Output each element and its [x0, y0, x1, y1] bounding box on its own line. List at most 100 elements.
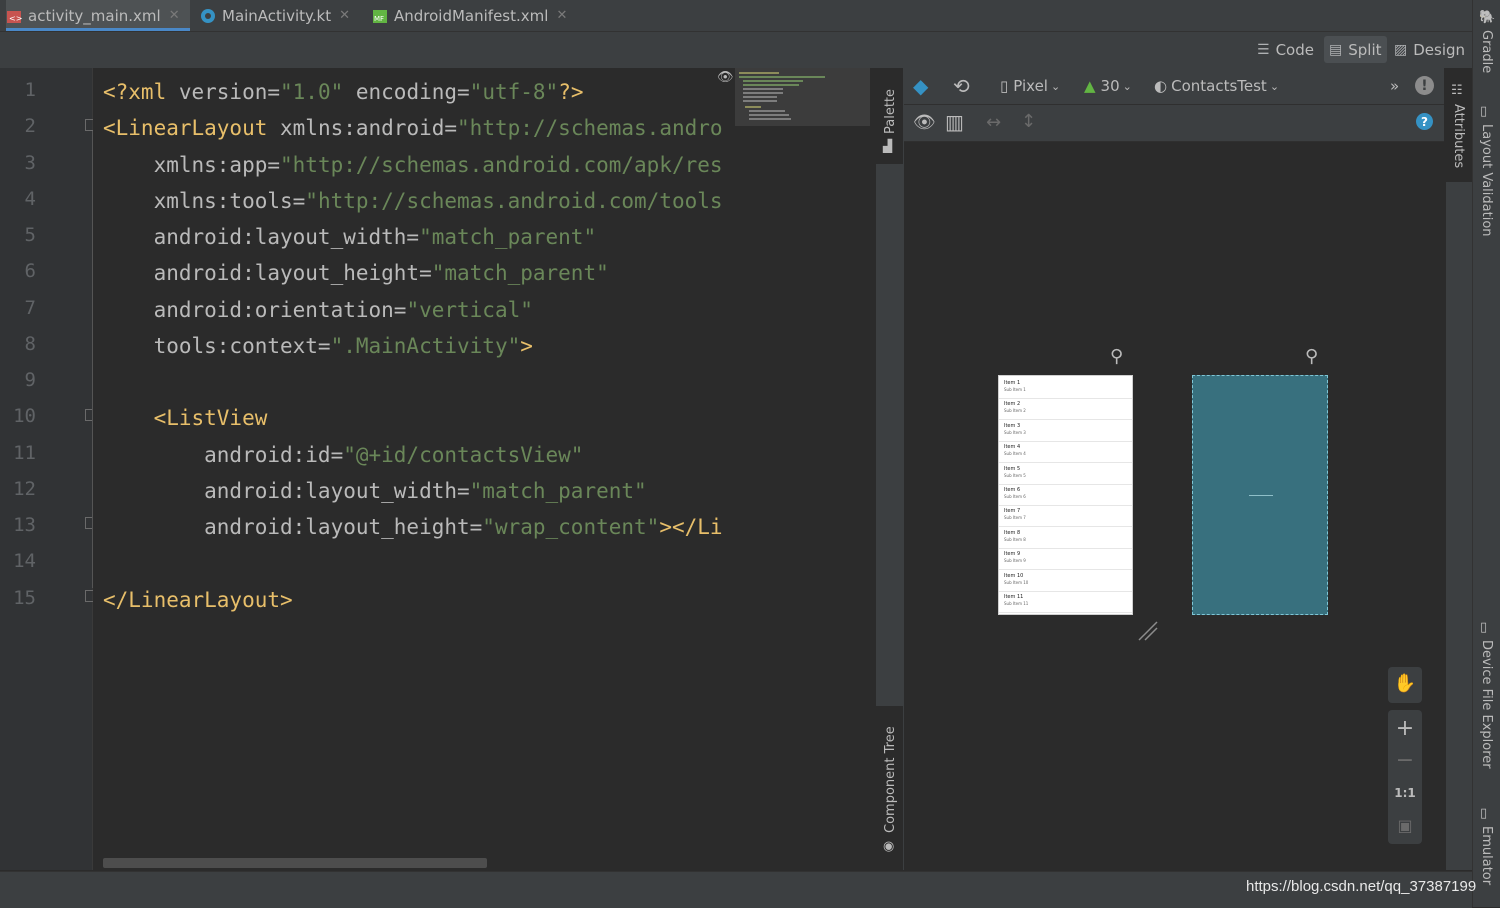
close-icon[interactable]: ✕ — [556, 8, 567, 23]
zoom-to-fit-icon[interactable]: ▣ — [1388, 816, 1422, 835]
minimap-line — [749, 110, 785, 112]
api-level-selector[interactable]: ▲ 30 ⌄ — [1084, 77, 1132, 95]
list-item: Item 6 Sub Item 6 — [999, 484, 1132, 506]
split-view-icon: ▤ — [1329, 41, 1343, 58]
theme-icon: ◐ — [1154, 77, 1168, 95]
code-token: "1.0" — [280, 80, 344, 104]
line-number: 15 — [13, 587, 36, 609]
code-line: android:orientation="vertical" — [103, 298, 533, 322]
zoom-out-button[interactable]: − — [1388, 748, 1422, 773]
list-item-subtitle: Sub Item 8 — [1004, 536, 1026, 542]
design-mode-label: Design — [1413, 40, 1466, 59]
component-tree-icon: ◉ — [883, 839, 895, 854]
code-token: android:layout_width= — [103, 479, 470, 503]
preview-eye-icon[interactable]: 👁 — [717, 70, 734, 85]
close-icon[interactable]: ✕ — [339, 8, 350, 23]
code-token: "wrap_content" — [482, 515, 660, 539]
pin-icon[interactable]: ⚲ — [1305, 346, 1318, 367]
layout-guides-icon[interactable]: ▥ — [945, 110, 964, 134]
layers-icon[interactable]: ◆ — [913, 74, 928, 98]
help-icon[interactable]: ? — [1416, 113, 1433, 130]
zoom-in-button[interactable]: + — [1388, 716, 1422, 741]
resize-handle-icon[interactable] — [1137, 620, 1159, 642]
device-selector[interactable]: ▯ Pixel ⌄ — [1000, 77, 1060, 95]
tab-activity-main-xml[interactable]: <> activity_main.xml ✕ — [6, 0, 190, 31]
warning-icon[interactable]: ! — [1415, 76, 1434, 95]
list-item-title: Item 9 — [1004, 551, 1021, 558]
manifest-file-icon: MF — [372, 8, 388, 24]
svg-text:MF: MF — [374, 15, 384, 23]
component-tree-label[interactable]: Component Tree — [883, 726, 898, 833]
emulator-tab[interactable]: Emulator — [1479, 826, 1494, 885]
attributes-icon: ☷ — [1451, 83, 1463, 98]
attributes-label[interactable]: Attributes — [1451, 104, 1466, 168]
code-token: version= — [178, 80, 281, 104]
orientation-icon[interactable]: ⟲ — [953, 74, 970, 98]
split-mode-button[interactable]: ▤ Split — [1324, 36, 1387, 63]
line-number: 8 — [24, 333, 36, 355]
code-token: <ListView — [103, 406, 268, 430]
minimap-line — [743, 92, 783, 94]
list-item: Item 7 Sub Item 7 — [999, 505, 1132, 528]
horizontal-resize-icon[interactable]: ↔ — [986, 112, 1001, 133]
layout-validation-tab[interactable]: Layout Validation — [1479, 124, 1494, 237]
actual-size-button[interactable]: 1:1 — [1388, 786, 1422, 800]
chevron-down-icon: ⌄ — [1122, 79, 1132, 93]
blueprint-preview[interactable] — [1192, 375, 1328, 615]
design-view-icon: ▨ — [1394, 41, 1408, 58]
list-item-subtitle: Sub Item 1 — [1004, 387, 1026, 392]
line-number: 11 — [13, 442, 36, 464]
line-number: 12 — [13, 478, 36, 500]
tab-label: activity_main.xml — [28, 6, 161, 25]
view-options-eye-icon[interactable]: 👁 — [913, 112, 936, 133]
vertical-resize-icon[interactable]: ↕ — [1021, 111, 1036, 132]
code-token: "match_parent" — [419, 225, 597, 249]
code-editor[interactable]: <?xml version="1.0" encoding="utf-8"?> <L… — [93, 68, 735, 858]
pan-button[interactable]: ✋ — [1388, 667, 1422, 703]
list-item-subtitle: Sub Item 9 — [1004, 558, 1026, 564]
list-item-title: Item 4 — [1004, 444, 1021, 451]
code-mode-button[interactable]: ☰ Code — [1252, 36, 1319, 63]
code-minimap[interactable] — [735, 68, 870, 126]
theme-selector[interactable]: ◐ ContactsTest ⌄ — [1154, 77, 1279, 95]
code-line: android:layout_width="match_parent" — [103, 479, 647, 503]
design-canvas[interactable] — [904, 142, 1444, 870]
code-token: xmlns:tools= — [103, 189, 306, 213]
code-line: <?xml version="1.0" encoding="utf-8"?> — [103, 80, 583, 104]
code-token: encoding= — [343, 80, 470, 104]
minimap-line — [749, 118, 791, 120]
list-item-title: Item 2 — [1004, 401, 1021, 408]
code-token: tools:context= — [103, 334, 331, 358]
close-icon[interactable]: ✕ — [169, 8, 180, 23]
design-mode-button[interactable]: ▨ Design — [1389, 36, 1470, 63]
minimap-line — [743, 80, 803, 82]
minimap-line — [739, 72, 779, 74]
minimap-line — [743, 88, 783, 90]
list-item-subtitle: Sub Item 10 — [1004, 579, 1029, 585]
code-line: <ListView — [103, 406, 268, 430]
device-label: Pixel — [1013, 77, 1048, 95]
line-number: 5 — [24, 224, 36, 246]
list-item: Item 8 Sub Item 8 — [999, 527, 1132, 549]
chevron-down-icon: ⌄ — [1050, 79, 1061, 93]
code-view-icon: ☰ — [1257, 41, 1270, 58]
design-preview[interactable]: Item 1 Sub Item 1 Item 2 Sub Item 2 Item 3 Su… — [998, 375, 1133, 615]
code-token: "match_parent" — [431, 261, 609, 285]
palette-label[interactable]: Palette — [883, 89, 898, 134]
tab-mainactivity-kt[interactable]: MainActivity.kt ✕ — [200, 0, 350, 31]
tab-androidmanifest-xml[interactable]: MF AndroidManifest.xml ✕ — [372, 0, 567, 31]
device-file-explorer-tab[interactable]: Device File Explorer — [1479, 640, 1494, 769]
code-token: <LinearLayout — [103, 116, 281, 140]
code-token: xmlns:app= — [103, 153, 281, 177]
pin-icon[interactable]: ⚲ — [1110, 346, 1123, 367]
code-token: android:layout_height= — [103, 515, 483, 539]
code-token: > — [520, 334, 533, 358]
gradle-tab[interactable]: Gradle — [1479, 30, 1494, 73]
code-token: "vertical" — [406, 298, 533, 322]
code-token: xmlns:android= — [280, 116, 458, 140]
code-line: android:layout_height="match_parent" — [103, 261, 609, 285]
line-number: 7 — [24, 297, 36, 319]
hand-icon: ✋ — [1393, 673, 1417, 694]
toolbar-overflow-button[interactable]: » — [1390, 77, 1399, 95]
horizontal-scrollbar[interactable] — [103, 858, 487, 868]
